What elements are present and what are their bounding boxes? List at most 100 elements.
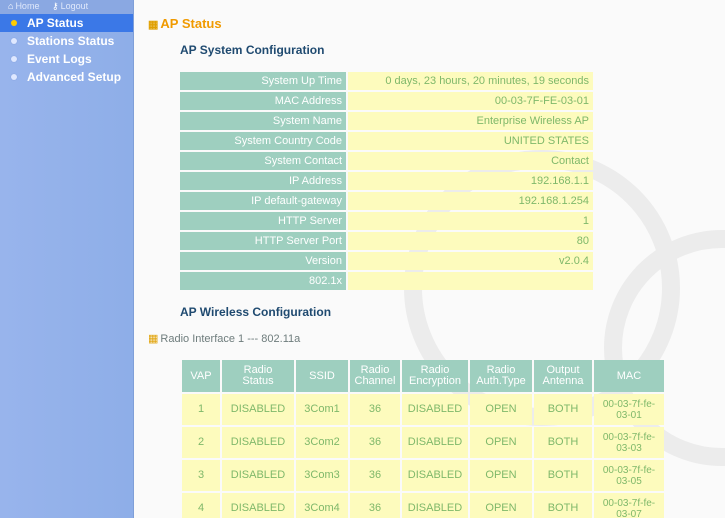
vap-cell-mac: 00-03-7f-fe- 03-01 bbox=[594, 394, 664, 425]
vap-cell-auth: OPEN bbox=[470, 394, 532, 425]
system-field-label: HTTP Server Port bbox=[180, 232, 346, 250]
vap-cell-status: DISABLED bbox=[222, 493, 294, 518]
table-row: 4 DISABLED 3Com4 36 DISABLED OPEN BOTH 00-03-7f… bbox=[182, 493, 664, 518]
vap-cell-encryption: DISABLED bbox=[402, 427, 468, 458]
vap-column-header: Radio Auth.Type bbox=[470, 360, 532, 392]
sidebar: ⌂ Home ⚷ Logout AP Status Stations Status … bbox=[0, 0, 134, 518]
vap-cell-ssid: 3Com1 bbox=[296, 394, 348, 425]
grid-icon: ▦ bbox=[148, 333, 158, 345]
sidebar-item-label: AP Status bbox=[27, 16, 84, 30]
vap-cell-channel: 36 bbox=[350, 460, 400, 491]
vap-column-header: Radio Channel bbox=[350, 360, 400, 392]
system-field-value: 192.168.1.254 bbox=[346, 192, 593, 210]
system-field-label: System Up Time bbox=[180, 72, 346, 90]
vap-cell-channel: 36 bbox=[350, 427, 400, 458]
vap-cell-ssid: 3Com3 bbox=[296, 460, 348, 491]
system-field-value: Enterprise Wireless AP bbox=[346, 112, 593, 130]
vap-column-header: SSID bbox=[296, 360, 348, 392]
system-row: 802.1x bbox=[180, 272, 593, 290]
table-row: 2 DISABLED 3Com2 36 DISABLED OPEN BOTH 00-03-7f… bbox=[182, 427, 664, 458]
grid-icon: ▦ bbox=[148, 19, 158, 31]
bullet-icon bbox=[11, 20, 17, 26]
system-field-value bbox=[346, 272, 593, 290]
system-row: Version v2.0.4 bbox=[180, 252, 593, 270]
system-field-value: 1 bbox=[346, 212, 593, 230]
vap-cell-channel: 36 bbox=[350, 394, 400, 425]
vap-column-header: Output Antenna bbox=[534, 360, 592, 392]
main-content: ▦ AP Status AP System Configuration Syste… bbox=[134, 0, 725, 518]
vap-cell-auth: OPEN bbox=[470, 460, 532, 491]
vap-cell-vap: 4 bbox=[182, 493, 220, 518]
system-row: HTTP Server 1 bbox=[180, 212, 593, 230]
vap-cell-status: DISABLED bbox=[222, 394, 294, 425]
bullet-icon bbox=[11, 56, 17, 62]
table-row: 3 DISABLED 3Com3 36 DISABLED OPEN BOTH 00-03-7f… bbox=[182, 460, 664, 491]
table-row: 1 DISABLED 3Com1 36 DISABLED OPEN BOTH 00-03-7f… bbox=[182, 394, 664, 425]
system-field-value: v2.0.4 bbox=[346, 252, 593, 270]
vap-cell-vap: 2 bbox=[182, 427, 220, 458]
vap-cell-vap: 3 bbox=[182, 460, 220, 491]
system-row: System Country Code UNITED STATES bbox=[180, 132, 593, 150]
system-field-label: 802.1x bbox=[180, 272, 346, 290]
system-row: System Contact Contact bbox=[180, 152, 593, 170]
home-link[interactable]: ⌂ Home bbox=[8, 1, 44, 11]
home-icon: ⌂ bbox=[8, 1, 14, 11]
system-field-label: IP Address bbox=[180, 172, 346, 190]
logout-link[interactable]: ⚷ Logout bbox=[52, 1, 93, 11]
vap-cell-mac: 00-03-7f-fe- 03-03 bbox=[594, 427, 664, 458]
vap-cell-encryption: DISABLED bbox=[402, 460, 468, 491]
vap-cell-auth: OPEN bbox=[470, 493, 532, 518]
vap-cell-mac: 00-03-7f-fe- 03-07 bbox=[594, 493, 664, 518]
vap-cell-mac: 00-03-7f-fe- 03-05 bbox=[594, 460, 664, 491]
system-field-label: System Name bbox=[180, 112, 346, 130]
key-icon: ⚷ bbox=[51, 1, 59, 11]
vap-cell-antenna: BOTH bbox=[534, 394, 592, 425]
sidebar-item-label: Stations Status bbox=[27, 34, 115, 48]
sidebar-item-label: Event Logs bbox=[27, 52, 92, 66]
vap-cell-vap: 1 bbox=[182, 394, 220, 425]
vap-cell-ssid: 3Com2 bbox=[296, 427, 348, 458]
vap-cell-auth: OPEN bbox=[470, 427, 532, 458]
vap-table: VAP Radio Status SSID Radio Channel Radio Encry… bbox=[180, 358, 666, 518]
system-field-value: 00-03-7F-FE-03-01 bbox=[346, 92, 593, 110]
vap-cell-antenna: BOTH bbox=[534, 427, 592, 458]
vap-column-header: Radio Encryption bbox=[402, 360, 468, 392]
bullet-icon bbox=[11, 74, 17, 80]
vap-cell-channel: 36 bbox=[350, 493, 400, 518]
vap-cell-encryption: DISABLED bbox=[402, 394, 468, 425]
system-row: MAC Address 00-03-7F-FE-03-01 bbox=[180, 92, 593, 110]
system-field-label: HTTP Server bbox=[180, 212, 346, 230]
vap-column-header: Radio Status bbox=[222, 360, 294, 392]
vap-column-header: MAC bbox=[594, 360, 664, 392]
sidebar-item-event-logs[interactable]: Event Logs bbox=[0, 50, 133, 68]
system-field-label: Version bbox=[180, 252, 346, 270]
vap-cell-encryption: DISABLED bbox=[402, 493, 468, 518]
bullet-icon bbox=[11, 38, 17, 44]
sidebar-nav: AP Status Stations Status Event Logs Adv… bbox=[0, 14, 133, 86]
top-links: ⌂ Home ⚷ Logout bbox=[0, 0, 133, 14]
radio-interface-label: ▦ Radio Interface 1 --- 802.11a bbox=[148, 333, 301, 345]
vap-cell-antenna: BOTH bbox=[534, 493, 592, 518]
system-row: IP default-gateway 192.168.1.254 bbox=[180, 192, 593, 210]
system-field-value: 0 days, 23 hours, 20 minutes, 19 seconds bbox=[346, 72, 593, 90]
sidebar-item-ap-status[interactable]: AP Status bbox=[0, 14, 133, 32]
vap-cell-status: DISABLED bbox=[222, 460, 294, 491]
system-row: IP Address 192.168.1.1 bbox=[180, 172, 593, 190]
system-field-value: 80 bbox=[346, 232, 593, 250]
page-title: ▦ AP Status bbox=[148, 16, 222, 31]
sidebar-item-advanced-setup[interactable]: Advanced Setup bbox=[0, 68, 133, 86]
system-field-label: MAC Address bbox=[180, 92, 346, 110]
system-row: HTTP Server Port 80 bbox=[180, 232, 593, 250]
system-config-table: System Up Time 0 days, 23 hours, 20 minut… bbox=[180, 70, 593, 292]
vap-cell-antenna: BOTH bbox=[534, 460, 592, 491]
vap-column-header: VAP bbox=[182, 360, 220, 392]
system-field-value: Contact bbox=[346, 152, 593, 170]
system-row: System Name Enterprise Wireless AP bbox=[180, 112, 593, 130]
sidebar-item-stations-status[interactable]: Stations Status bbox=[0, 32, 133, 50]
system-field-label: System Contact bbox=[180, 152, 346, 170]
system-row: System Up Time 0 days, 23 hours, 20 minut… bbox=[180, 72, 593, 90]
system-field-label: System Country Code bbox=[180, 132, 346, 150]
vap-cell-status: DISABLED bbox=[222, 427, 294, 458]
system-field-value: UNITED STATES bbox=[346, 132, 593, 150]
sidebar-item-label: Advanced Setup bbox=[27, 70, 122, 84]
